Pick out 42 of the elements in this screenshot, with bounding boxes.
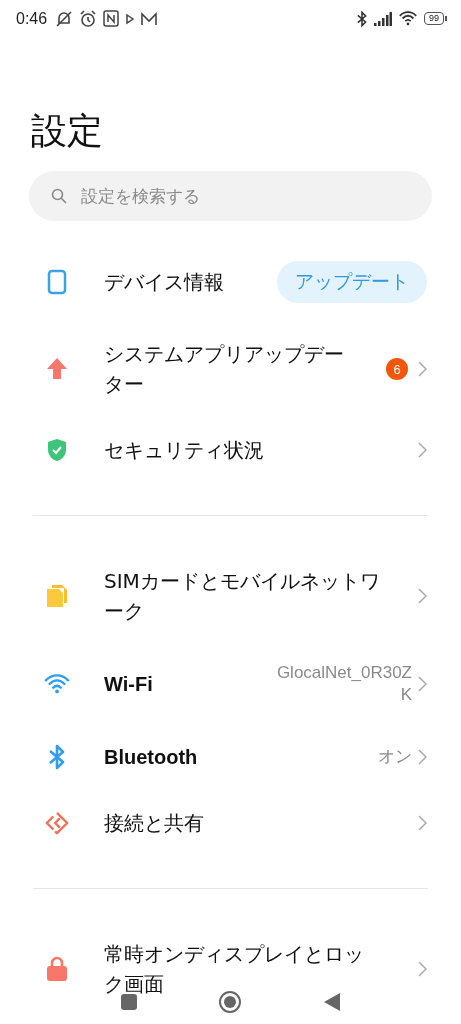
setting-label: デバイス情報 <box>104 269 225 296</box>
update-button[interactable]: アップデート <box>277 261 427 303</box>
setting-label: SIMカードとモバイルネットワーク <box>104 568 381 625</box>
setting-value: GlocalNet_0R30ZK <box>275 662 412 706</box>
diamond-arrows-icon <box>44 810 70 836</box>
page-title: 設定 <box>31 109 104 153</box>
setting-label: Wi-Fi <box>104 672 154 697</box>
mail-icon <box>141 11 158 26</box>
setting-value: オン <box>378 746 412 768</box>
up-arrow-icon <box>46 357 68 381</box>
setting-label: セキュリティ状況 <box>104 437 265 464</box>
setting-label: Bluetooth <box>104 745 199 770</box>
search-field[interactable]: 設定を検索する <box>29 171 432 221</box>
clock: 0:46 <box>16 9 48 28</box>
chevron-right-icon <box>418 442 427 458</box>
play-icon <box>125 12 136 25</box>
back-button[interactable] <box>322 992 341 1012</box>
chevron-right-icon <box>418 588 427 604</box>
sim-cards-icon <box>45 583 69 609</box>
bell-muted-icon <box>55 9 74 28</box>
battery-level: 99 <box>424 12 444 25</box>
nfc-icon <box>103 10 120 27</box>
count-badge: 6 <box>386 358 408 380</box>
bluetooth-icon <box>356 9 368 28</box>
chevron-right-icon <box>418 361 427 377</box>
setting-label: 接続と共有 <box>104 810 205 837</box>
setting-label: システムアプリアップデーター <box>104 341 345 398</box>
setting-label: 常時オンディスプレイとロック画面 <box>104 941 365 998</box>
chevron-right-icon <box>418 676 427 692</box>
chevron-right-icon <box>418 815 427 831</box>
chevron-right-icon <box>418 961 427 977</box>
home-button[interactable] <box>218 990 243 1014</box>
bluetooth-icon <box>47 744 67 770</box>
chevron-right-icon <box>418 749 427 765</box>
lock-icon <box>45 956 69 982</box>
wifi-icon <box>44 673 70 695</box>
wifi-icon <box>398 11 418 26</box>
shield-check-icon <box>46 438 68 462</box>
recents-button[interactable] <box>120 993 139 1011</box>
alarm-icon <box>79 9 98 28</box>
phone-icon <box>47 269 67 295</box>
signal-icon <box>374 11 392 26</box>
